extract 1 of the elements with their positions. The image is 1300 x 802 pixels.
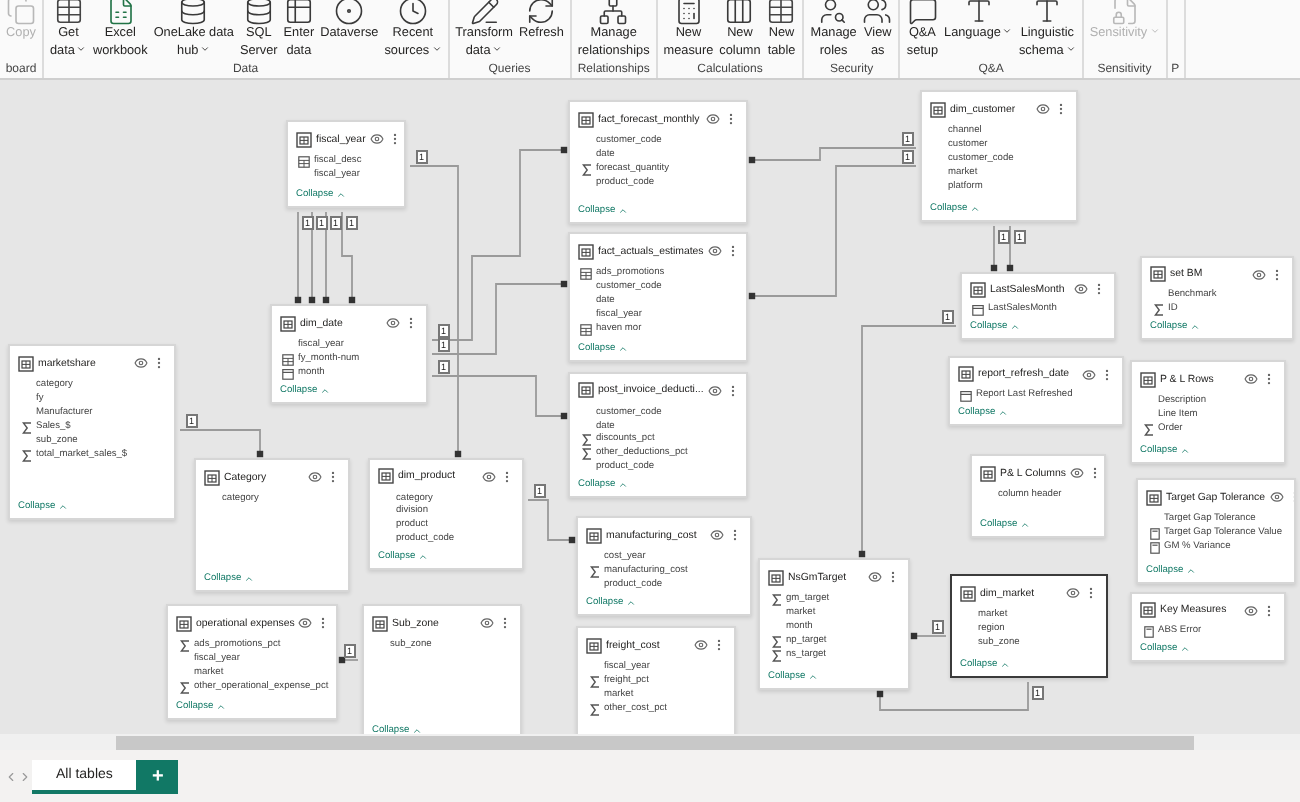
add-tab-button[interactable]: + (136, 760, 179, 794)
